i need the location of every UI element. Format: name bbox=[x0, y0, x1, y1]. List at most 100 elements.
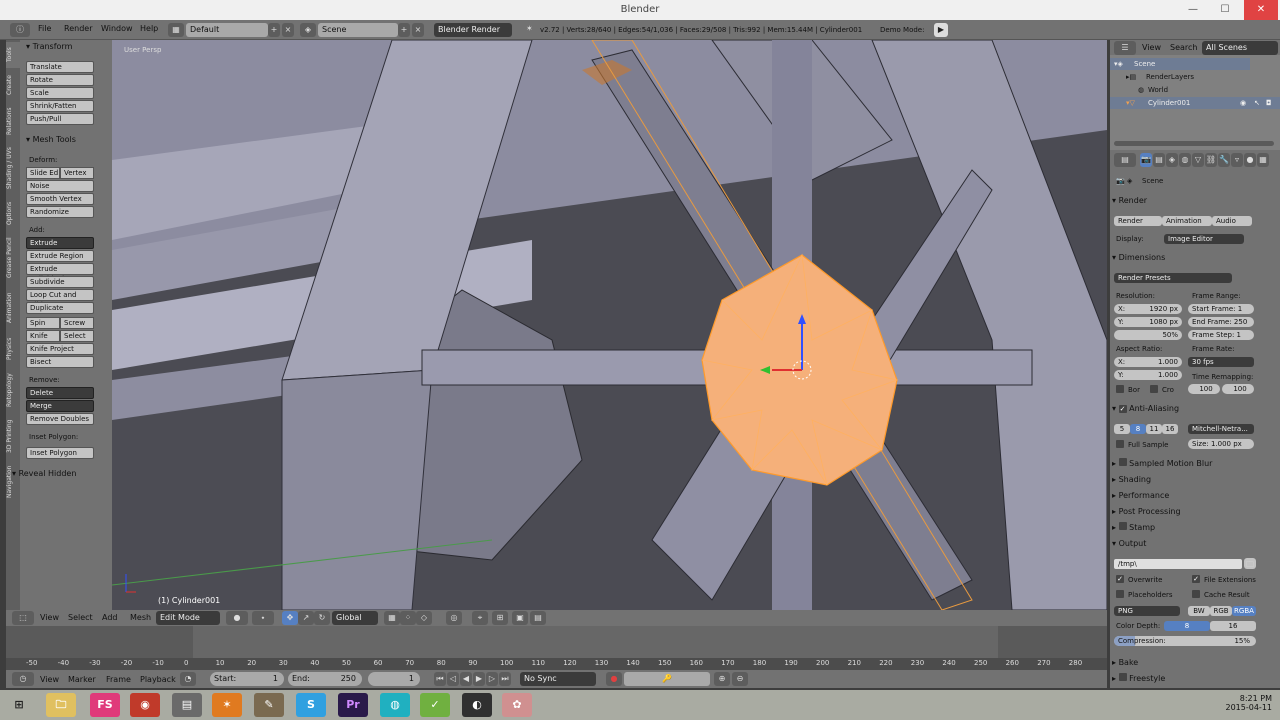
push-pull-button[interactable]: Push/Pull bbox=[26, 113, 94, 125]
resolution-x-field[interactable]: X: 1920 px bbox=[1114, 304, 1182, 314]
eye-icon[interactable]: ◉ bbox=[1240, 99, 1246, 107]
outliner-row-world[interactable]: ◍ World bbox=[1110, 84, 1280, 96]
gimp-icon[interactable]: ✎ bbox=[254, 693, 284, 717]
opengl-anim-icon[interactable]: ▤ bbox=[530, 611, 546, 625]
rotate-icon[interactable]: ↻ bbox=[314, 611, 330, 625]
slide-edge-button[interactable]: Slide Ed bbox=[26, 167, 60, 179]
mesh-tools-panel-header[interactable]: ▾ Mesh Tools bbox=[22, 133, 110, 147]
output-path-field[interactable]: /tmp\ bbox=[1114, 559, 1242, 569]
resolution-y-field[interactable]: Y: 1080 px bbox=[1114, 317, 1182, 327]
play-reverse-icon[interactable]: ◀ bbox=[460, 672, 472, 686]
post-processing-panel-header[interactable]: ▸ Post Processing bbox=[1112, 505, 1278, 519]
outliner-filter-select[interactable]: All Scenes bbox=[1202, 41, 1278, 55]
animation-button[interactable]: Animation bbox=[1162, 216, 1212, 226]
play-icon[interactable]: ▶ bbox=[934, 23, 948, 37]
prev-key-icon[interactable]: ◁ bbox=[447, 672, 459, 686]
depth-8-button[interactable]: 8 bbox=[1164, 621, 1210, 631]
scene-select[interactable]: Scene bbox=[318, 23, 398, 37]
extrude-individual-button[interactable]: Extrude Individual bbox=[26, 263, 94, 283]
anti-aliasing-panel-header[interactable]: ▾ ✓ Anti-Aliasing bbox=[1112, 402, 1278, 416]
delete-keyframe-icon[interactable]: ⊖ bbox=[732, 672, 748, 686]
close-button[interactable]: ✕ bbox=[1244, 0, 1278, 20]
3d-viewport[interactable]: User Persp (1) Cylinder001 bbox=[112, 40, 1107, 610]
aspect-x-field[interactable]: X: 1.000 bbox=[1114, 357, 1182, 367]
freestyle-panel-header[interactable]: ▸ Freestyle bbox=[1112, 672, 1278, 686]
placeholders-checkbox[interactable] bbox=[1116, 590, 1124, 598]
smooth-vertex-button[interactable]: Smooth Vertex bbox=[26, 193, 94, 205]
camera-icon[interactable]: ◘ bbox=[1266, 99, 1272, 107]
stamp-checkbox[interactable] bbox=[1118, 522, 1127, 530]
folder-icon[interactable]: 🗀 bbox=[1244, 558, 1256, 569]
tab-retopology[interactable]: Retopology bbox=[6, 368, 20, 412]
editor-type-icon[interactable]: ⓘ bbox=[10, 23, 30, 37]
rgb-button[interactable]: RGB bbox=[1210, 606, 1232, 616]
vp-menu-mesh[interactable]: Mesh bbox=[130, 613, 151, 622]
overwrite-checkbox[interactable]: ✓ bbox=[1116, 575, 1124, 583]
render-engine-select[interactable]: Blender Render bbox=[434, 23, 512, 37]
snap-icon[interactable]: ⌖ bbox=[472, 611, 488, 625]
outliner-row-scene[interactable]: ▾◈ Scene bbox=[1110, 58, 1250, 70]
pivot-icon[interactable]: ⬩ bbox=[252, 611, 274, 625]
tl-menu-frame[interactable]: Frame bbox=[106, 675, 131, 684]
compression-field[interactable]: Compression: 15% bbox=[1114, 636, 1256, 646]
shading-icon[interactable]: ● bbox=[226, 611, 248, 625]
freestyle-checkbox[interactable] bbox=[1118, 673, 1127, 681]
aa-size-field[interactable]: Size: 1.000 px bbox=[1188, 439, 1254, 449]
scene-tab-icon[interactable]: ◈ bbox=[1166, 153, 1178, 167]
notepad-icon[interactable]: ✓ bbox=[420, 693, 450, 717]
sync-select[interactable]: No Sync bbox=[520, 672, 596, 686]
tab-options[interactable]: Options bbox=[6, 196, 20, 230]
subdivide-button[interactable]: Subdivide bbox=[26, 276, 94, 288]
aa-8-button[interactable]: 8 bbox=[1130, 424, 1146, 434]
tl-menu-playback[interactable]: Playback bbox=[140, 675, 176, 684]
loop-cut-slide-button[interactable]: Loop Cut and Slide bbox=[26, 289, 94, 309]
tab-shading-uvs[interactable]: Shading / UVs bbox=[6, 142, 20, 194]
menu-window[interactable]: Window bbox=[101, 24, 133, 33]
motion-blur-checkbox[interactable] bbox=[1118, 458, 1127, 466]
depth-16-button[interactable]: 16 bbox=[1210, 621, 1256, 631]
time-remap-old-field[interactable]: 100 bbox=[1188, 384, 1220, 394]
layout-add-button[interactable]: + bbox=[268, 23, 280, 37]
tab-animation[interactable]: Animation bbox=[6, 286, 20, 330]
render-presets-select[interactable]: Render Presets bbox=[1114, 273, 1232, 283]
randomize-button[interactable]: Randomize bbox=[26, 206, 94, 218]
dimensions-panel-header[interactable]: ▾ Dimensions bbox=[1112, 251, 1278, 265]
crop-checkbox[interactable] bbox=[1150, 385, 1158, 393]
layout-icon[interactable]: ▦ bbox=[168, 23, 184, 37]
properties-editor-icon[interactable]: ▤ bbox=[1114, 153, 1136, 167]
scale-button[interactable]: Scale bbox=[26, 87, 94, 99]
constraints-tab-icon[interactable]: ⛓ bbox=[1205, 153, 1217, 167]
scene-icon[interactable]: ◈ bbox=[300, 23, 316, 37]
layers-tab-icon[interactable]: ▤ bbox=[1153, 153, 1165, 167]
end-frame-field[interactable]: End: 250 bbox=[288, 672, 362, 686]
blender-icon[interactable]: ✶ bbox=[212, 693, 242, 717]
render-panel-header[interactable]: ▾ Render bbox=[1112, 194, 1278, 208]
material-tab-icon[interactable]: ● bbox=[1244, 153, 1256, 167]
paint-icon[interactable]: ✿ bbox=[502, 693, 532, 717]
next-key-icon[interactable]: ▷ bbox=[486, 672, 498, 686]
extrude-region-button[interactable]: Extrude Region bbox=[26, 250, 94, 262]
outliner-menu-search[interactable]: Search bbox=[1170, 43, 1197, 52]
knife-button[interactable]: Knife bbox=[26, 330, 60, 342]
tab-relations[interactable]: Relations bbox=[6, 102, 20, 140]
file-extensions-checkbox[interactable]: ✓ bbox=[1192, 575, 1200, 583]
aa-5-button[interactable]: 5 bbox=[1114, 424, 1130, 434]
browser-icon[interactable]: ◍ bbox=[380, 693, 410, 717]
timeline[interactable]: -50 -40 -30 -20 -10 0 10 20 30 40 50 60 70 80 90 100 110… bbox=[6, 626, 1107, 670]
inset-polygon-button[interactable]: Inset Polygon bbox=[26, 447, 94, 459]
fs-app-icon[interactable]: FS bbox=[90, 693, 120, 717]
jump-start-icon[interactable]: ⏮ bbox=[434, 672, 446, 686]
aa-16-button[interactable]: 16 bbox=[1162, 424, 1178, 434]
cache-result-checkbox[interactable] bbox=[1192, 590, 1200, 598]
remove-doubles-button[interactable]: Remove Doubles bbox=[26, 413, 94, 425]
menu-help[interactable]: Help bbox=[140, 24, 158, 33]
bake-panel-header[interactable]: ▸ Bake bbox=[1112, 656, 1278, 670]
screw-button[interactable]: Screw bbox=[60, 317, 94, 329]
tab-tools[interactable]: Tools bbox=[6, 42, 20, 68]
start-frame-field[interactable]: Start: 1 bbox=[210, 672, 284, 686]
resolution-percent-field[interactable]: 50% bbox=[1114, 330, 1182, 340]
border-checkbox[interactable] bbox=[1116, 385, 1124, 393]
frame-step-field[interactable]: Frame Step: 1 bbox=[1188, 330, 1254, 340]
orientation-select[interactable]: Global bbox=[332, 611, 378, 625]
maximize-button[interactable]: ☐ bbox=[1210, 0, 1240, 20]
